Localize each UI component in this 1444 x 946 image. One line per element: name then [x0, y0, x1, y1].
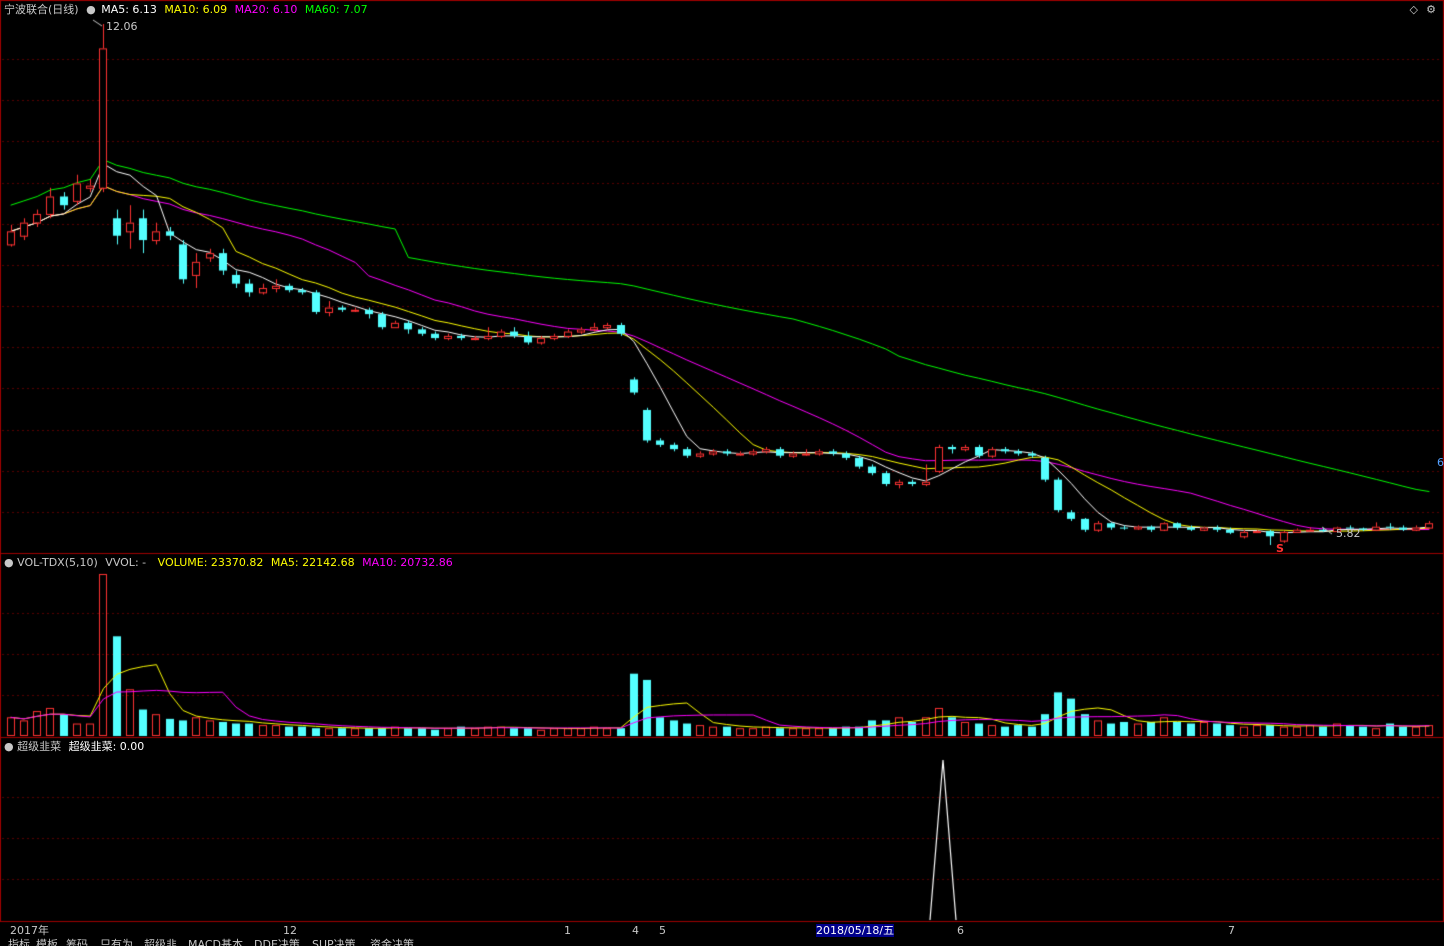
- volume-panel-header: ● VOL-TDX(5,10) VVOL: - VOLUME: 23370.82…: [4, 556, 453, 569]
- kline-chart-canvas[interactable]: [0, 0, 1444, 946]
- ma5-label: MA5: 6.13: [101, 3, 157, 16]
- volume-ma10: MA10: 20732.86: [362, 556, 453, 569]
- tab-super[interactable]: 超级韭: [144, 938, 177, 946]
- volume-ma5: MA5: 22142.68: [270, 556, 355, 569]
- indicator-title[interactable]: 超级韭菜: [17, 740, 61, 753]
- axis-label-5: 5: [659, 924, 666, 937]
- settings-icon[interactable]: ⚙: [1426, 3, 1436, 16]
- tab-chips[interactable]: 筹码: [66, 938, 88, 946]
- indicator-tab-strip: 指标 模板 筹码 只有为 超级韭 MACD基本 DDE决策 SUP决策 资金决策: [0, 938, 1444, 946]
- vvol-label: VVOL: -: [105, 556, 147, 569]
- sell-marker[interactable]: S: [1276, 542, 1284, 555]
- high-price-label: 12.06: [106, 20, 138, 33]
- tab-sup[interactable]: SUP决策: [312, 938, 356, 946]
- low-price-label: 5.82: [1336, 527, 1361, 540]
- volume-collapse-icon[interactable]: ●: [4, 556, 14, 569]
- diamond-icon[interactable]: ◇: [1410, 3, 1418, 16]
- axis-label-12: 12: [283, 924, 297, 937]
- cursor-date-label: 2018/05/18/五: [816, 924, 895, 937]
- tab-macd[interactable]: MACD基本: [188, 938, 243, 946]
- axis-label-4: 4: [632, 924, 639, 937]
- collapse-icon[interactable]: ●: [86, 3, 96, 16]
- tab-template[interactable]: 模板: [36, 938, 58, 946]
- indicator-panel-header: ● 超级韭菜 超级韭菜: 0.00: [4, 740, 144, 753]
- stock-title[interactable]: 宁波联合(日线): [4, 3, 79, 16]
- axis-label-2017: 2017年: [10, 924, 49, 937]
- tab-indicator[interactable]: 指标: [8, 938, 30, 946]
- tab-only[interactable]: 只有为: [100, 938, 133, 946]
- axis-label-1: 1: [564, 924, 571, 937]
- ma60-label: MA60: 7.07: [304, 3, 368, 16]
- indicator-collapse-icon[interactable]: ●: [4, 740, 14, 753]
- ma20-label: MA20: 6.10: [234, 3, 298, 16]
- tab-funds[interactable]: 资金决策: [370, 938, 414, 946]
- price-panel-header: 宁波联合(日线) ● MA5: 6.13 MA10: 6.09 MA20: 6.…: [4, 3, 368, 16]
- axis-label-7: 7: [1228, 924, 1235, 937]
- volume-title[interactable]: VOL-TDX(5,10): [17, 556, 98, 569]
- tab-dde[interactable]: DDE决策: [254, 938, 300, 946]
- axis-label-6: 6: [957, 924, 964, 937]
- right-edge-marker: 6: [1437, 456, 1444, 469]
- volume-value: VOLUME: 23370.82: [157, 556, 264, 569]
- indicator-value: 超级韭菜: 0.00: [68, 740, 145, 753]
- ma10-label: MA10: 6.09: [164, 3, 228, 16]
